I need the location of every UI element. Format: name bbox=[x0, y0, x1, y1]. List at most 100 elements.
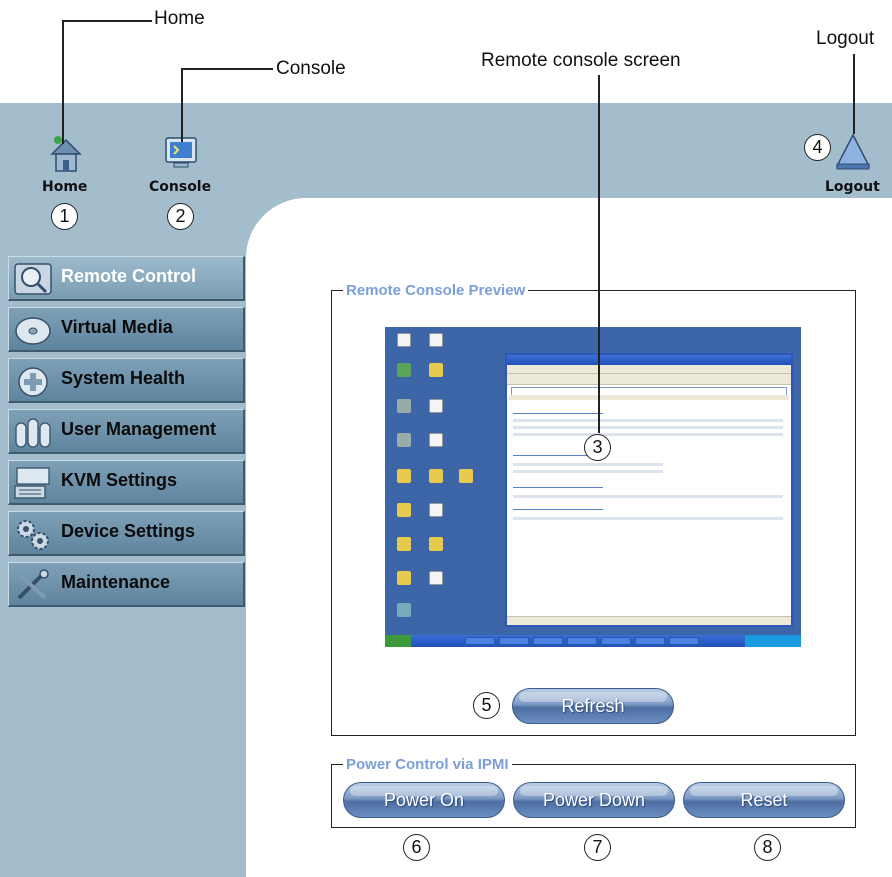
window-menubar bbox=[507, 365, 791, 374]
window-statusbar bbox=[507, 616, 791, 625]
keyboard-monitor-icon bbox=[14, 467, 50, 499]
reset-button[interactable]: Reset bbox=[683, 782, 845, 818]
health-cross-icon bbox=[18, 367, 48, 397]
desktop-icon bbox=[429, 363, 443, 377]
taskbar-item bbox=[601, 637, 631, 645]
logout-icon bbox=[835, 133, 871, 170]
sidebar-item-label: Remote Control bbox=[61, 266, 196, 286]
callout-number-8: 8 bbox=[754, 834, 781, 861]
window-list-row bbox=[513, 495, 783, 498]
taskbar-item bbox=[567, 637, 597, 645]
taskbar-item bbox=[465, 637, 495, 645]
console-button[interactable]: Console bbox=[148, 134, 218, 198]
desktop-icon bbox=[397, 399, 411, 413]
callout-home: Home bbox=[154, 8, 205, 29]
callout-number-5: 5 bbox=[473, 692, 500, 719]
sidebar-item-system-health[interactable]: System Health bbox=[8, 358, 245, 403]
home-button[interactable]: Home bbox=[40, 134, 96, 198]
desktop-icon bbox=[429, 469, 443, 483]
callout-logout: Logout bbox=[816, 28, 875, 49]
remote-taskbar bbox=[385, 635, 801, 647]
desktop-icon bbox=[429, 503, 443, 517]
window-list-divider bbox=[513, 509, 603, 510]
desktop-icon bbox=[429, 399, 443, 413]
power-down-label: Power Down bbox=[542, 789, 646, 810]
home-label: Home bbox=[42, 179, 88, 195]
window-list-row bbox=[513, 517, 783, 520]
refresh-label: Refresh bbox=[561, 695, 625, 716]
window-list-divider bbox=[513, 413, 603, 414]
desktop-icon bbox=[397, 333, 411, 347]
sidebar-item-label: User Management bbox=[61, 419, 217, 439]
logout-button[interactable]: Logout bbox=[822, 132, 886, 198]
window-list-row bbox=[513, 419, 783, 422]
remote-console-preview-title: Remote Console Preview bbox=[343, 282, 529, 299]
callout-leader bbox=[598, 75, 600, 433]
desktop-icon bbox=[429, 537, 443, 551]
window-list-row bbox=[513, 463, 663, 466]
callout-console: Console bbox=[276, 58, 346, 79]
desktop-icon bbox=[397, 503, 411, 517]
desktop-icon bbox=[459, 469, 473, 483]
desktop-icon bbox=[397, 363, 411, 377]
desktop-icon bbox=[397, 603, 411, 617]
tools-icon bbox=[17, 569, 49, 600]
users-icon bbox=[15, 418, 51, 448]
sidebar-item-label: KVM Settings bbox=[61, 470, 178, 490]
callout-number-4: 4 bbox=[804, 134, 831, 161]
disc-icon bbox=[15, 317, 51, 345]
desktop-icon bbox=[429, 433, 443, 447]
callout-leader bbox=[853, 54, 855, 134]
callout-leader bbox=[62, 20, 64, 144]
callout-number-3: 3 bbox=[584, 434, 611, 461]
callout-leader bbox=[62, 20, 152, 22]
callout-number-6: 6 bbox=[403, 834, 430, 861]
desktop-icon bbox=[429, 571, 443, 585]
home-icon bbox=[50, 136, 82, 172]
callout-number-7: 7 bbox=[584, 834, 611, 861]
gears-icon bbox=[17, 520, 49, 550]
window-list-header bbox=[509, 395, 789, 400]
callout-leader bbox=[181, 68, 273, 70]
reset-label: Reset bbox=[740, 789, 788, 810]
window-list-row bbox=[513, 426, 783, 429]
taskbar-item bbox=[635, 637, 665, 645]
remote-console-screen[interactable] bbox=[385, 327, 801, 647]
power-down-button[interactable]: Power Down bbox=[513, 782, 675, 818]
window-titlebar bbox=[507, 355, 791, 365]
sidebar-item-user-management[interactable]: User Management bbox=[8, 409, 245, 454]
desktop-icon bbox=[429, 333, 443, 347]
sidebar-item-label: Device Settings bbox=[61, 521, 196, 541]
desktop-icon bbox=[397, 469, 411, 483]
sidebar-item-kvm-settings[interactable]: KVM Settings bbox=[8, 460, 245, 505]
callout-number-2: 2 bbox=[167, 203, 194, 230]
desktop-icon bbox=[397, 537, 411, 551]
window-list-row bbox=[513, 433, 783, 436]
callout-leader bbox=[181, 68, 183, 142]
window-list-row bbox=[513, 470, 663, 473]
sidebar-item-remote-control[interactable]: Remote Control bbox=[8, 256, 245, 301]
sidebar-item-device-settings[interactable]: Device Settings bbox=[8, 511, 245, 556]
desktop-icon bbox=[397, 571, 411, 585]
refresh-button[interactable]: Refresh bbox=[512, 688, 674, 724]
sidebar-item-label: System Health bbox=[61, 368, 186, 388]
desktop-icon bbox=[397, 433, 411, 447]
start-button bbox=[385, 635, 411, 647]
callout-remote-console-screen: Remote console screen bbox=[481, 50, 681, 71]
sidebar-item-maintenance[interactable]: Maintenance bbox=[8, 562, 245, 607]
console-label: Console bbox=[149, 179, 212, 195]
sidebar-item-virtual-media[interactable]: Virtual Media bbox=[8, 307, 245, 352]
logout-label: Logout bbox=[825, 179, 880, 195]
sidebar-item-label: Maintenance bbox=[61, 572, 171, 592]
magnifier-icon bbox=[14, 263, 52, 295]
system-tray bbox=[745, 635, 801, 647]
taskbar-item bbox=[669, 637, 699, 645]
power-on-button[interactable]: Power On bbox=[343, 782, 505, 818]
power-control-title: Power Control via IPMI bbox=[343, 756, 512, 773]
taskbar-item bbox=[533, 637, 563, 645]
callout-number-1: 1 bbox=[51, 203, 78, 230]
window-list-divider bbox=[513, 487, 603, 488]
sidebar-item-label: Virtual Media bbox=[61, 317, 173, 337]
power-on-label: Power On bbox=[383, 789, 465, 810]
window-toolbar bbox=[507, 374, 791, 385]
